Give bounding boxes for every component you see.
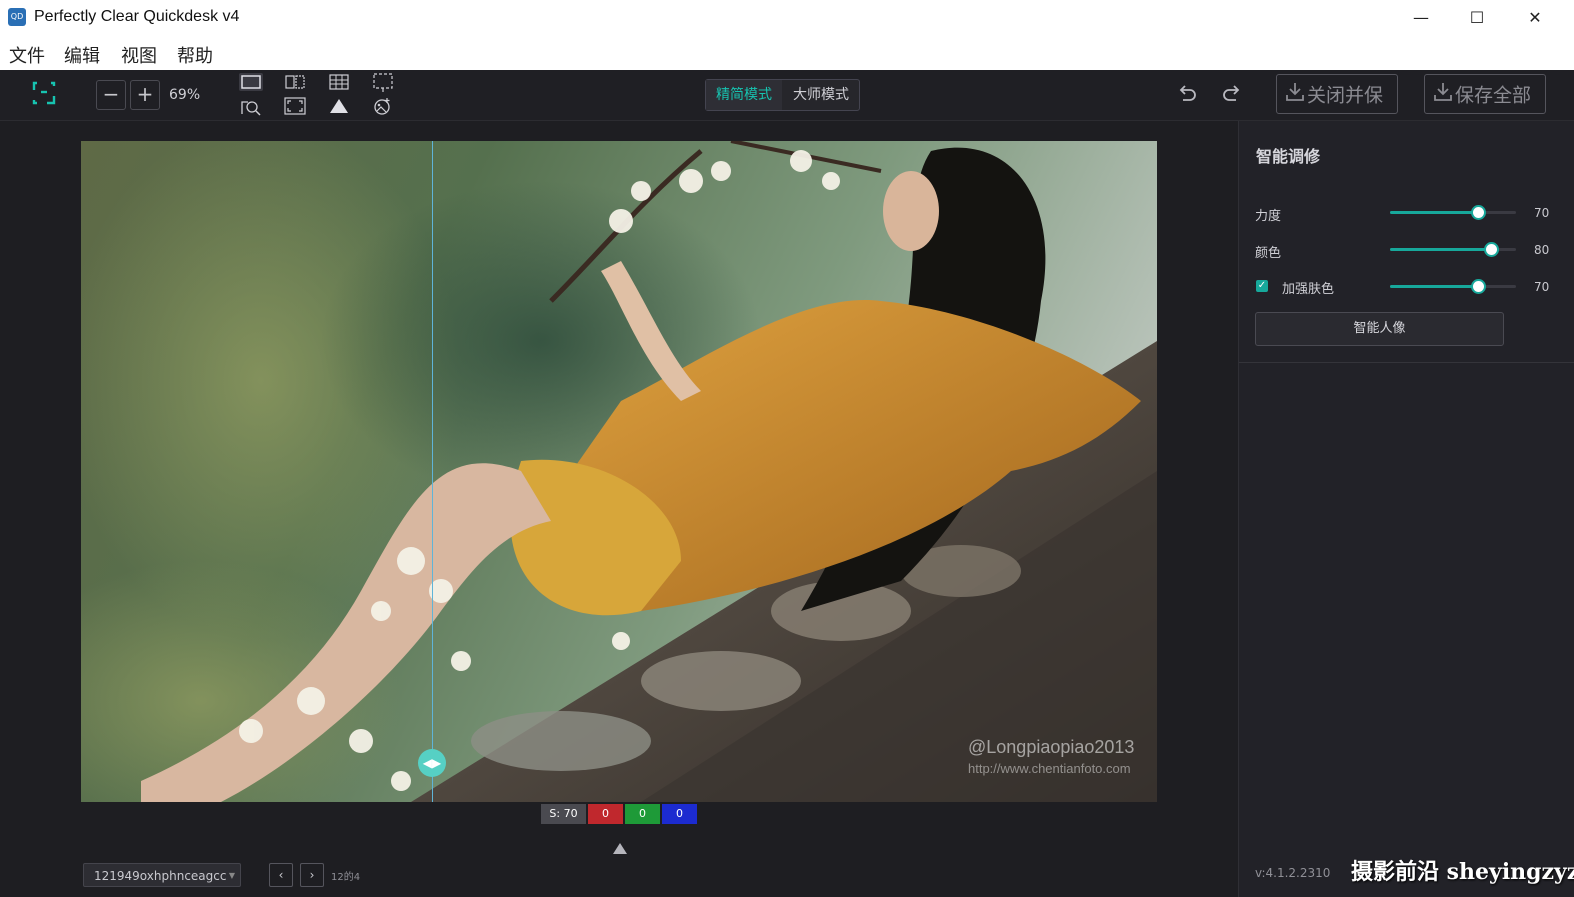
slider-fill bbox=[1390, 248, 1491, 251]
zoom-out-button[interactable]: − bbox=[96, 80, 126, 110]
grid-view-icon[interactable] bbox=[327, 73, 351, 91]
zoom-level: 69% bbox=[169, 87, 201, 103]
stat-strength: S: 70 bbox=[541, 804, 586, 824]
window-title: Perfectly Clear Quickdesk v4 bbox=[34, 8, 240, 25]
chevron-down-icon: ▼ bbox=[228, 871, 235, 880]
menu-edit[interactable]: 编辑 bbox=[64, 42, 100, 68]
zoom-in-button[interactable]: + bbox=[130, 80, 160, 110]
slider-value-color: 80 bbox=[1534, 243, 1550, 257]
mode-simple-tab[interactable]: 精简模式 bbox=[706, 80, 782, 110]
download-icon bbox=[1433, 76, 1453, 114]
color-slider[interactable] bbox=[1390, 242, 1516, 257]
redo-icon[interactable] bbox=[1219, 82, 1245, 106]
histogram-icon[interactable] bbox=[327, 96, 351, 116]
file-select[interactable]: 121949oxhphnceagcc ▼ bbox=[83, 863, 241, 887]
slider-label-strength: 力度 bbox=[1255, 209, 1282, 224]
panel-title: 智能调修 bbox=[1256, 147, 1321, 166]
single-view-icon[interactable] bbox=[239, 73, 263, 91]
save-all-button[interactable]: 保存全部 bbox=[1424, 74, 1546, 114]
strength-slider[interactable] bbox=[1390, 205, 1516, 220]
slider-knob[interactable] bbox=[1483, 242, 1499, 257]
menu-help[interactable]: 帮助 bbox=[177, 42, 213, 68]
slider-label-skin: 加强肤色 bbox=[1282, 282, 1335, 297]
panel-divider bbox=[1239, 362, 1574, 363]
toolbar: − + 69% 精简模式 大师模式 关闭并保 保存全部 bbox=[0, 70, 1574, 121]
maximize-icon[interactable]: ☐ bbox=[1454, 0, 1500, 36]
slider-fill bbox=[1390, 211, 1479, 214]
compare-handle-icon[interactable]: ◀▶ bbox=[418, 749, 446, 777]
prev-image-button[interactable]: ‹ bbox=[269, 863, 293, 887]
photo-watermark-url: http://www.chentianfoto.com bbox=[968, 761, 1131, 776]
download-icon bbox=[1285, 76, 1305, 114]
undo-icon[interactable] bbox=[1174, 82, 1200, 106]
next-image-button[interactable]: › bbox=[300, 863, 324, 887]
mode-master-tab[interactable]: 大师模式 bbox=[783, 80, 859, 110]
skin-slider[interactable] bbox=[1390, 279, 1516, 294]
split-view-icon[interactable] bbox=[283, 73, 307, 91]
fit-view-icon[interactable] bbox=[30, 80, 58, 108]
slider-value-strength: 70 bbox=[1534, 206, 1550, 220]
compare-zoom-icon[interactable] bbox=[239, 96, 263, 116]
histogram-toggle-icon[interactable] bbox=[613, 843, 627, 854]
crop-icon[interactable] bbox=[371, 71, 395, 93]
compare-divider[interactable] bbox=[432, 141, 433, 802]
close-icon[interactable]: ✕ bbox=[1512, 0, 1558, 36]
photo-watermark-handle: @Longpiaopiao2013 bbox=[968, 737, 1135, 757]
image-adjust-icon[interactable] bbox=[371, 96, 395, 116]
slider-label-color: 颜色 bbox=[1255, 246, 1282, 261]
slider-fill bbox=[1390, 285, 1479, 288]
title-bar: QD Perfectly Clear Quickdesk v4 — ☐ ✕ bbox=[0, 0, 1574, 36]
menu-view[interactable]: 视图 bbox=[121, 42, 157, 68]
app-icon: QD bbox=[8, 8, 26, 26]
fullscreen-icon[interactable] bbox=[283, 96, 307, 116]
menu-bar: 文件 编辑 视图 帮助 bbox=[0, 36, 1574, 71]
menu-file[interactable]: 文件 bbox=[9, 42, 45, 68]
slider-knob[interactable] bbox=[1471, 279, 1487, 294]
page-info: 12的4 bbox=[331, 872, 361, 883]
save-all-label: 保存全部 bbox=[1455, 84, 1532, 107]
mode-toggle: 精简模式 大师模式 bbox=[705, 79, 860, 111]
canvas-area: ◀▶ @Longpiaopiao2013 http://www.chentian… bbox=[0, 121, 1238, 897]
slider-knob[interactable] bbox=[1471, 205, 1487, 220]
stat-blue: 0 bbox=[662, 804, 697, 824]
smart-portrait-button[interactable]: 智能人像 bbox=[1255, 312, 1504, 346]
minimize-icon[interactable]: — bbox=[1398, 0, 1444, 36]
skin-enhance-checkbox[interactable]: ✓ bbox=[1256, 280, 1268, 292]
close-and-save-button[interactable]: 关闭并保 bbox=[1276, 74, 1398, 114]
adjust-panel: 智能调修 力度 70 颜色 80 ✓ 加强肤色 70 智能人像 v:4.1.2.… bbox=[1238, 121, 1574, 897]
version-label: v:4.1.2.2310 bbox=[1255, 866, 1331, 880]
slider-value-skin: 70 bbox=[1534, 280, 1550, 294]
file-name: 121949oxhphnceagcc bbox=[94, 869, 227, 883]
site-watermark: 摄影前沿 sheyingzyz.com bbox=[1351, 859, 1574, 885]
stat-red: 0 bbox=[588, 804, 623, 824]
stat-green: 0 bbox=[625, 804, 660, 824]
photo-preview[interactable]: ◀▶ @Longpiaopiao2013 http://www.chentian… bbox=[81, 141, 1157, 802]
close-and-save-label: 关闭并保 bbox=[1307, 84, 1384, 107]
